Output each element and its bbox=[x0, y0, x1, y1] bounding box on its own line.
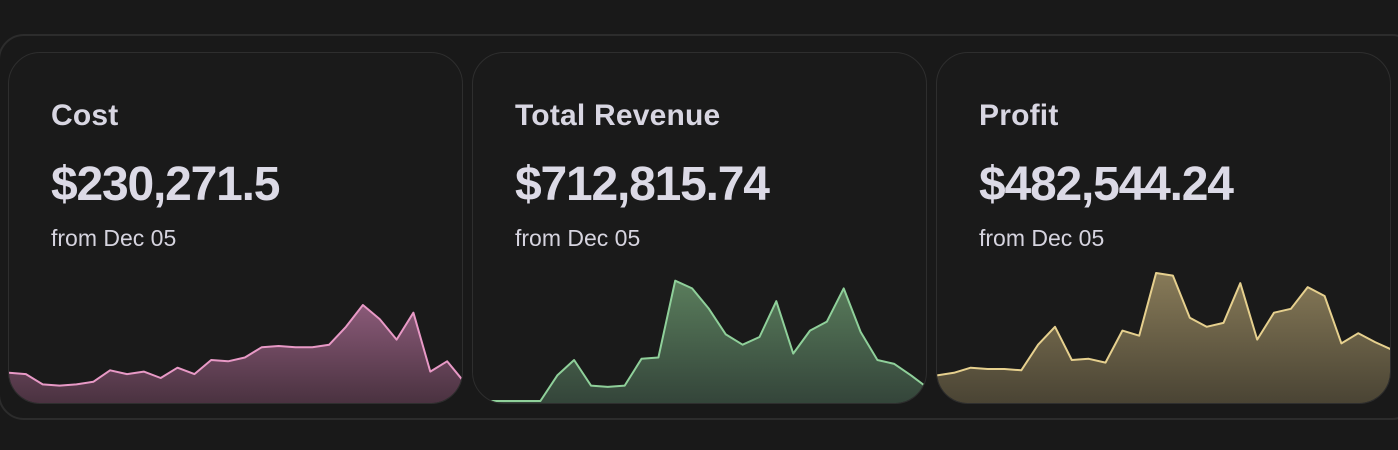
sparkline-area bbox=[937, 273, 1390, 403]
metric-subtext: from Dec 05 bbox=[51, 225, 177, 251]
metric-subtext: from Dec 05 bbox=[515, 225, 641, 251]
metric-card-profit[interactable]: Profit $482,544.24 from Dec 05 bbox=[936, 52, 1391, 404]
metric-label: Profit bbox=[979, 99, 1059, 132]
metric-label: Total Revenue bbox=[515, 99, 721, 132]
sparkline-chart bbox=[937, 272, 1390, 403]
metric-value: $230,271.5 bbox=[51, 158, 280, 211]
sparkline-chart bbox=[473, 279, 926, 403]
metric-value: $482,544.24 bbox=[979, 158, 1234, 211]
sparkline-chart bbox=[9, 304, 462, 403]
metric-label: Cost bbox=[51, 99, 119, 132]
metric-subtext: from Dec 05 bbox=[979, 225, 1105, 251]
metric-card-cost[interactable]: Cost $230,271.5 from Dec 05 bbox=[8, 52, 463, 404]
sparkline-area bbox=[9, 305, 462, 403]
metric-value: $712,815.74 bbox=[515, 158, 770, 211]
metric-card-total-revenue[interactable]: Total Revenue $712,815.74 from Dec 05 bbox=[472, 52, 927, 404]
